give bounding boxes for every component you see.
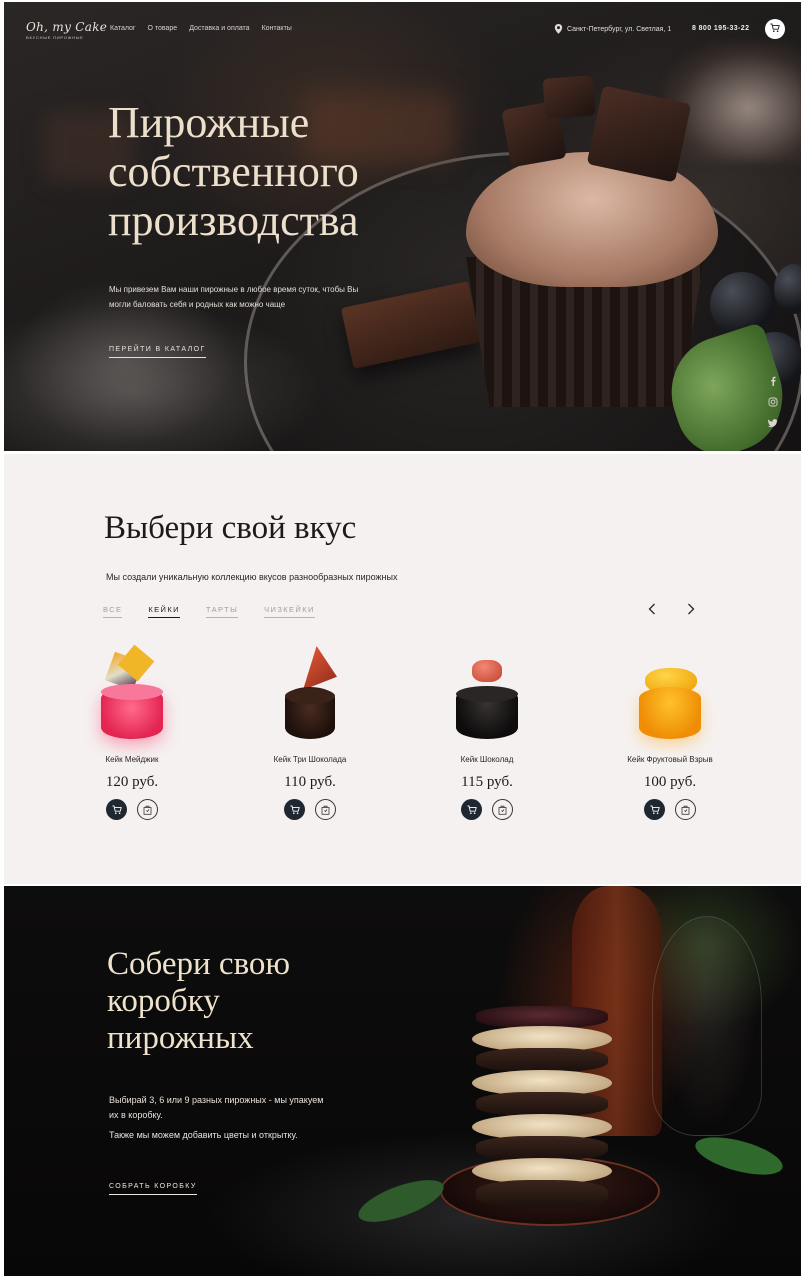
product-card[interactable]: Кейк Шоколад 115 руб.	[417, 644, 557, 820]
instagram-icon[interactable]	[768, 397, 778, 407]
product-name: Кейк Мейджик	[105, 755, 159, 764]
add-to-box-button[interactable]	[675, 799, 696, 820]
hero-dust-image	[4, 302, 324, 451]
add-to-cart-button[interactable]	[644, 799, 665, 820]
product-image-chocolate[interactable]	[442, 644, 532, 749]
product-name: Кейк Фруктовый Взрыв	[627, 755, 713, 764]
tab-tarts[interactable]: Тарты	[205, 605, 239, 618]
prev-arrow-button[interactable]	[645, 602, 659, 620]
dessert-cake-layer	[476, 1180, 608, 1208]
catalog-subtitle: Мы создали уникальную коллекцию вкусов р…	[106, 572, 398, 582]
hero-section: Oh, my Cake вкусные пирожные Каталог О т…	[4, 2, 801, 451]
product-actions	[240, 799, 380, 820]
product-image-three-chocolate[interactable]	[265, 644, 355, 749]
product-actions	[600, 799, 740, 820]
add-to-cart-button[interactable]	[106, 799, 127, 820]
add-to-box-button[interactable]	[137, 799, 158, 820]
nav-link-delivery[interactable]: Доставка и оплата	[189, 25, 249, 32]
chevron-left-icon	[648, 602, 656, 620]
cart-icon	[290, 805, 300, 814]
category-tabs: Все Кейки Тарты Чизкейки	[103, 605, 315, 618]
next-arrow-button[interactable]	[684, 602, 698, 620]
add-to-cart-button[interactable]	[284, 799, 305, 820]
product-price: 115 руб.	[461, 774, 513, 790]
box-title: Собери свою коробку пирожных	[107, 946, 291, 1056]
tab-cheesecakes[interactable]: Чизкейки	[264, 605, 315, 618]
cart-button[interactable]	[765, 19, 785, 39]
hero-grape-image	[710, 272, 774, 336]
map-pin-icon	[554, 24, 563, 34]
product-image-fruit-explosion[interactable]	[625, 644, 715, 749]
catalog-title: Выбери свой вкус	[104, 510, 357, 546]
add-to-box-button[interactable]	[315, 799, 336, 820]
cart-icon	[467, 805, 477, 814]
cake-decoration	[303, 646, 337, 690]
product-actions	[417, 799, 557, 820]
cart-icon	[650, 805, 660, 814]
twitter-icon[interactable]	[768, 418, 778, 428]
phone-link[interactable]: 8 800 195-33-22	[692, 25, 749, 32]
chevron-right-icon	[687, 602, 695, 620]
cake-top	[101, 684, 163, 700]
cake-body	[639, 687, 701, 739]
box-section: Собери свою коробку пирожных Выбирай 3, …	[4, 886, 801, 1276]
product-price: 100 руб.	[643, 774, 697, 790]
box-description: Выбирай 3, 6 или 9 разных пирожных - мы …	[109, 1095, 324, 1120]
location-text: Санкт-Петербург, ул. Светлая, 1	[567, 25, 672, 33]
box-icon	[681, 805, 690, 815]
leaf-image	[353, 1171, 449, 1231]
cake-top	[456, 686, 518, 702]
nav-link-catalog[interactable]: Каталог	[110, 25, 135, 32]
logo-tagline: вкусные пирожные	[26, 35, 84, 40]
social-links	[768, 376, 778, 428]
nav-link-contacts[interactable]: Контакты	[262, 25, 292, 32]
location: Санкт-Петербург, ул. Светлая, 1	[554, 24, 671, 34]
macaron-decoration	[472, 660, 502, 682]
dessert-cake-layer	[476, 1092, 608, 1116]
product-name: Кейк Три Шоколада	[273, 755, 347, 764]
product-image-magic[interactable]	[87, 644, 177, 749]
logo-text: Oh, my Cake	[26, 20, 108, 34]
product-card[interactable]: Кейк Фруктовый Взрыв 100 руб.	[600, 644, 740, 820]
glass-image	[652, 916, 762, 1136]
hero-title: Пирожные собственного производства	[108, 98, 359, 245]
add-to-cart-button[interactable]	[461, 799, 482, 820]
main-nav: Каталог О товаре Доставка и оплата Конта…	[110, 25, 292, 32]
dessert-cake-layer	[476, 1136, 608, 1160]
facebook-icon[interactable]	[768, 376, 778, 386]
product-card[interactable]: Кейк Три Шоколада 110 руб.	[240, 644, 380, 820]
hero-subtitle: Мы привезем Вам наши пирожные в любое вр…	[109, 285, 359, 309]
product-actions	[62, 799, 202, 820]
logo[interactable]: Oh, my Cake вкусные пирожные	[26, 20, 107, 40]
hero-chocolate-piece	[542, 75, 596, 119]
tab-all[interactable]: Все	[103, 605, 123, 618]
cake-top	[285, 688, 335, 704]
tab-cakes[interactable]: Кейки	[148, 605, 180, 618]
product-price: 120 руб.	[105, 774, 159, 790]
layered-dessert-image	[472, 1006, 612, 1216]
build-box-cta-link[interactable]: Собрать коробку	[109, 1183, 197, 1195]
dessert-berries	[476, 1006, 608, 1028]
product-price: 110 руб.	[284, 774, 336, 790]
cart-icon	[770, 20, 780, 38]
cart-icon	[112, 805, 122, 814]
leaf-image	[691, 1129, 787, 1183]
catalog-cta-link[interactable]: Перейти в каталог	[109, 346, 206, 358]
box-extra-text: Также мы можем добавить цветы и открытку…	[109, 1130, 298, 1140]
box-icon	[321, 805, 330, 815]
product-name: Кейк Шоколад	[460, 755, 514, 764]
dessert-cake-layer	[476, 1048, 608, 1072]
catalog-section: Выбери свой вкус Мы создали уникальную к…	[4, 454, 801, 884]
add-to-box-button[interactable]	[492, 799, 513, 820]
product-card[interactable]: Кейк Мейджик 120 руб.	[62, 644, 202, 820]
box-icon	[498, 805, 507, 815]
nav-link-about[interactable]: О товаре	[147, 25, 177, 32]
box-icon	[143, 805, 152, 815]
